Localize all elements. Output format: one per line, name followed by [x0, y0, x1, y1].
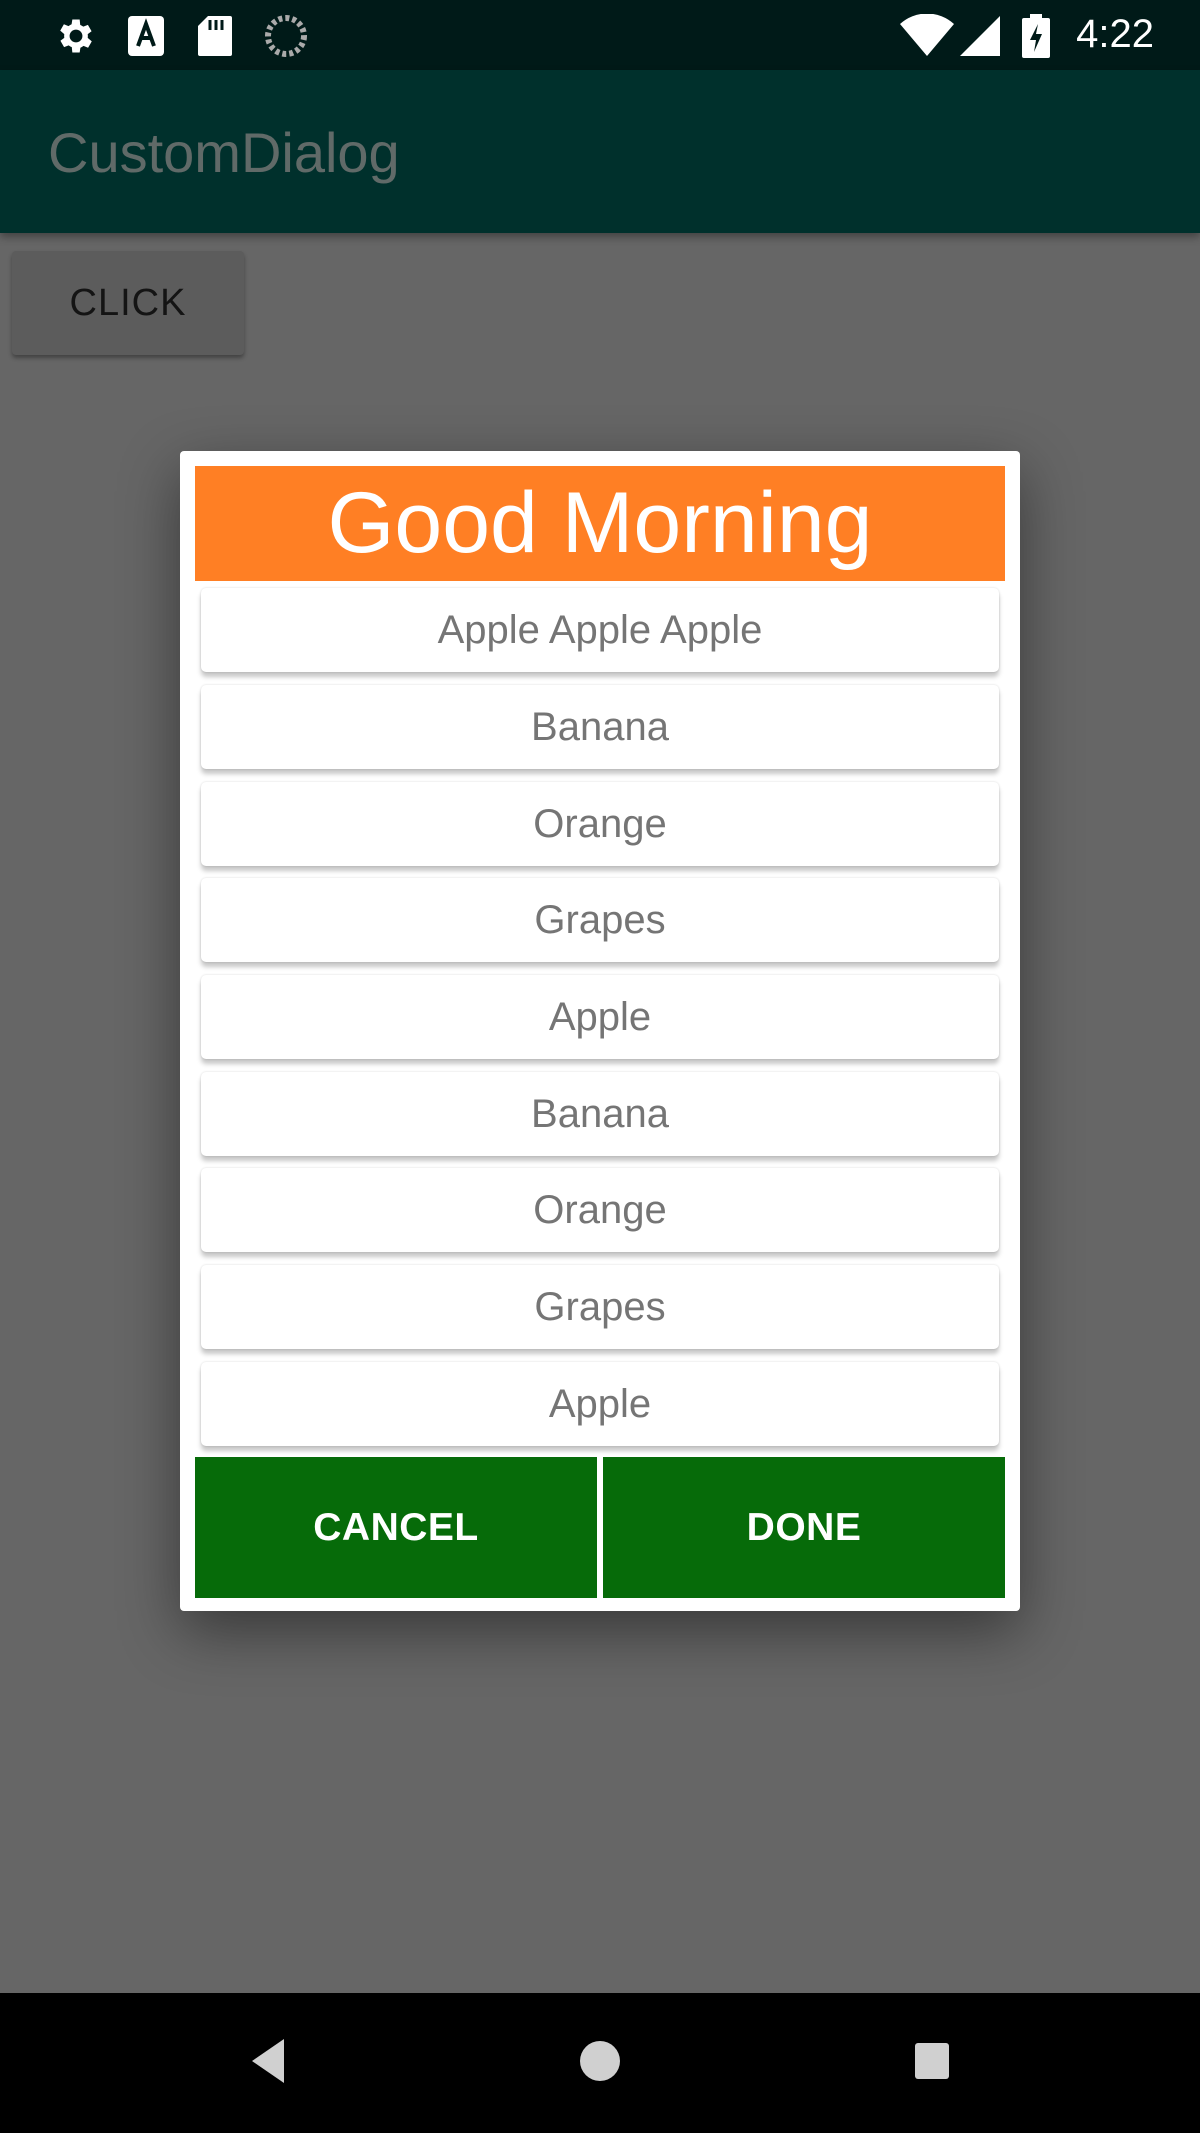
status-time: 4:22 — [1076, 12, 1154, 56]
sd-card-icon — [196, 14, 234, 63]
back-icon[interactable] — [248, 2037, 288, 2090]
app-title: CustomDialog — [48, 121, 400, 184]
status-bar: 4:22 — [0, 0, 1200, 70]
list-item[interactable]: Grapes — [201, 1265, 999, 1349]
cancel-button[interactable]: CANCEL — [195, 1457, 597, 1598]
home-icon[interactable] — [579, 2037, 621, 2090]
gear-icon — [54, 14, 98, 63]
list-item[interactable]: Orange — [201, 782, 999, 866]
recents-icon[interactable] — [913, 2037, 951, 2090]
click-button[interactable]: CLICK — [12, 251, 244, 355]
signal-icon — [958, 14, 1002, 63]
done-button[interactable]: DONE — [603, 1457, 1005, 1598]
font-a-icon — [126, 14, 166, 63]
dialog-button-bar: CANCEL DONE — [195, 1457, 1005, 1598]
app-bar: CustomDialog — [0, 70, 1200, 233]
list-item[interactable]: Grapes — [201, 878, 999, 962]
wifi-icon — [900, 13, 954, 63]
list-item[interactable]: Orange — [201, 1168, 999, 1252]
dialog-title: Good Morning — [195, 466, 1005, 581]
custom-dialog: Good Morning Apple Apple Apple Banana Or… — [180, 451, 1020, 1611]
battery-charging-icon — [1022, 14, 1050, 63]
loading-icon — [264, 14, 308, 63]
navigation-bar — [0, 1993, 1200, 2133]
list-item[interactable]: Apple Apple Apple — [201, 588, 999, 672]
list-item[interactable]: Banana — [201, 685, 999, 769]
list-item[interactable]: Banana — [201, 1072, 999, 1156]
list-item[interactable]: Apple — [201, 1362, 999, 1446]
list-item[interactable]: Apple — [201, 975, 999, 1059]
